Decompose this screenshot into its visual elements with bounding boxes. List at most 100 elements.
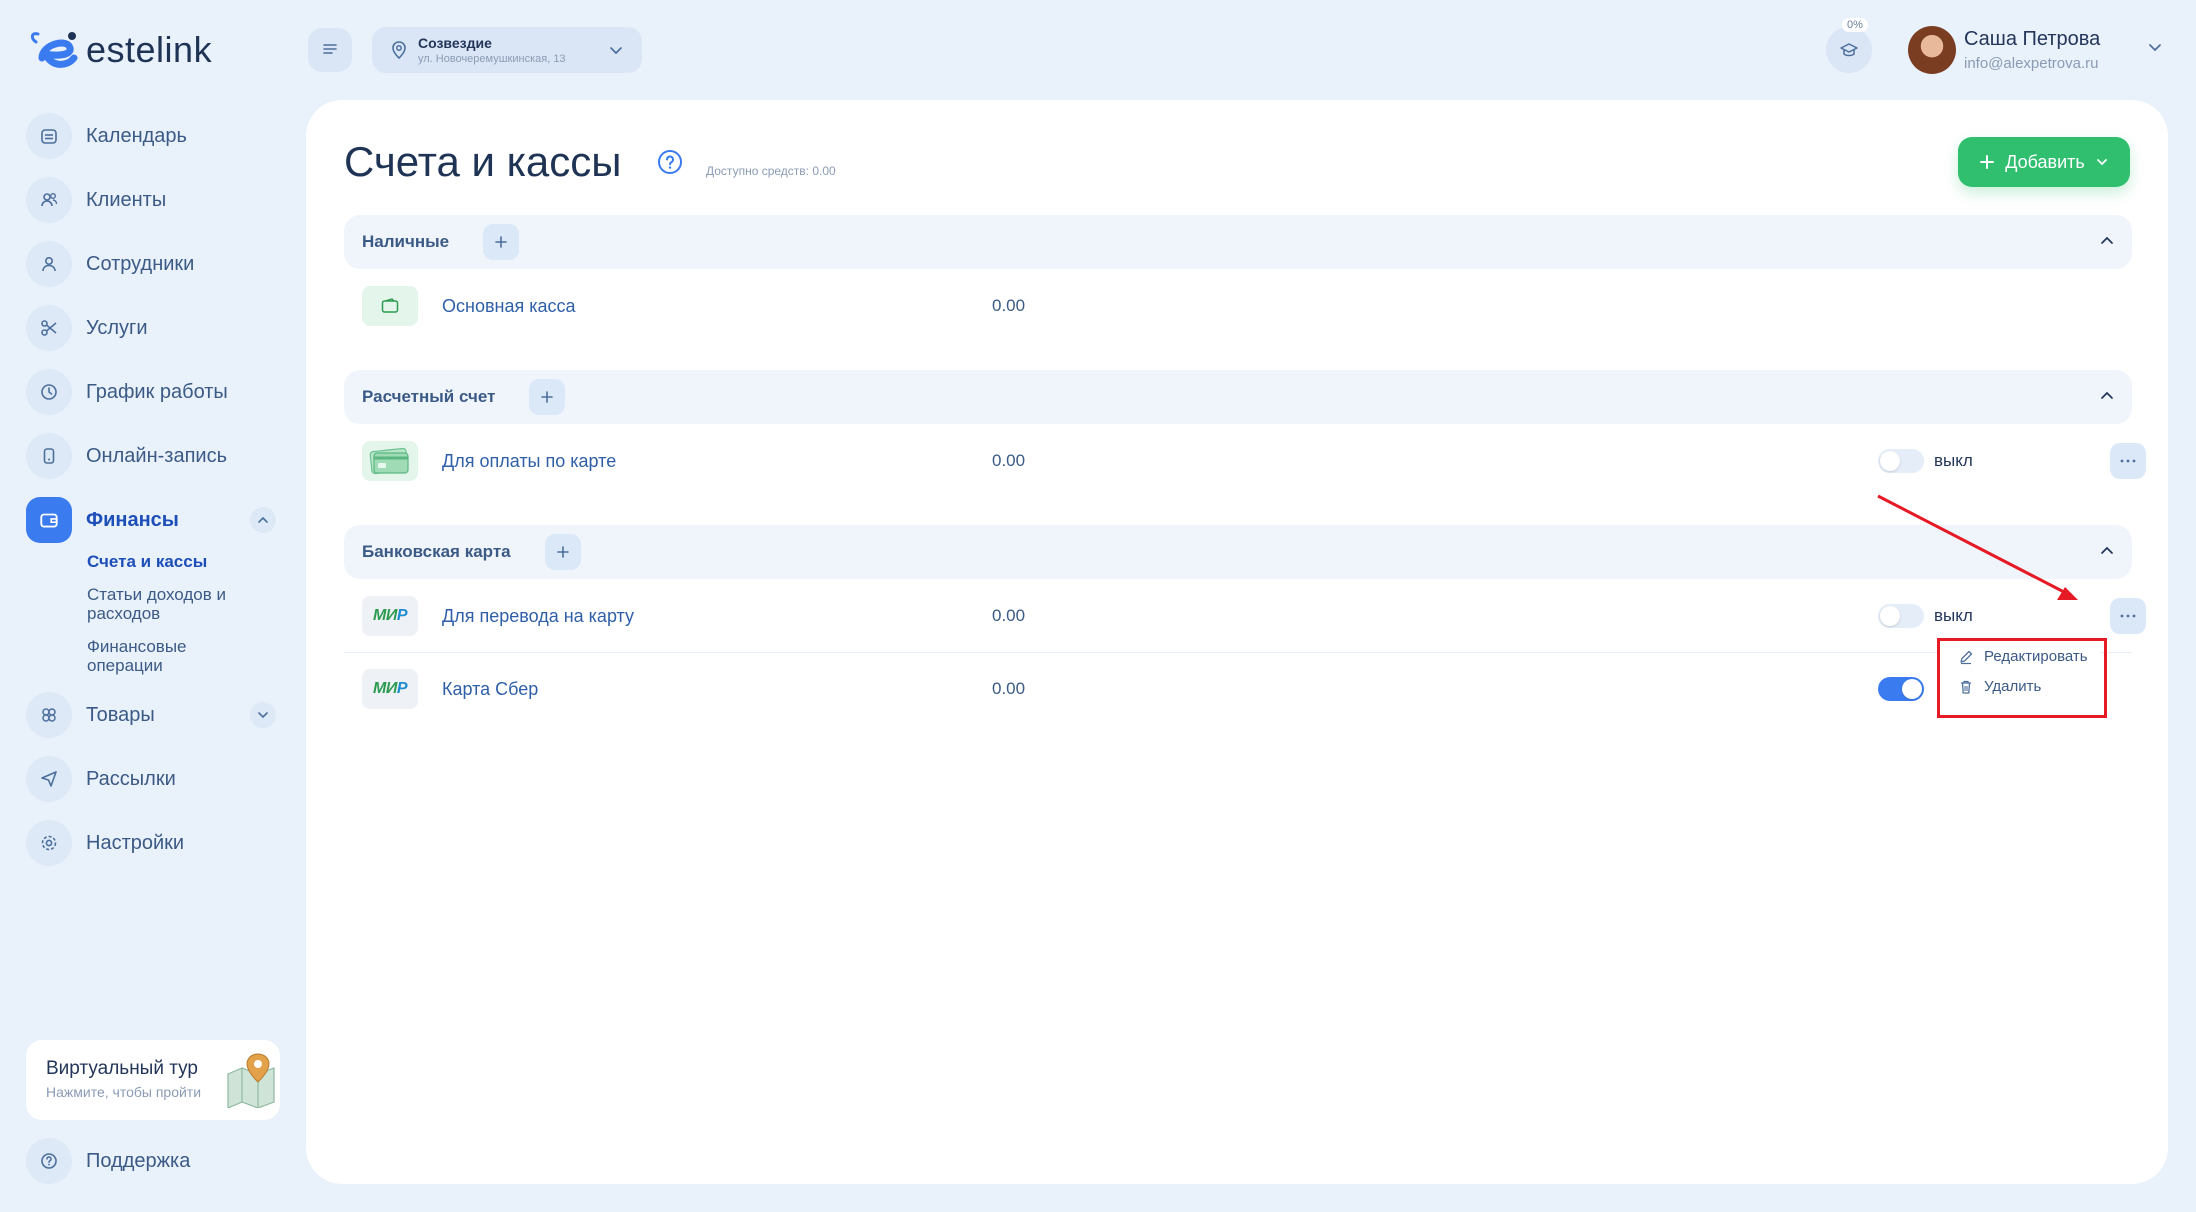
plus-icon [1979, 154, 1995, 170]
onboarding-progress-button[interactable] [1826, 27, 1872, 73]
user-icon [26, 241, 72, 287]
section-header-bank-card: Банковская карта [344, 525, 2132, 579]
calendar-icon [26, 113, 72, 159]
sidebar-item-calendar[interactable]: Календарь [26, 112, 282, 160]
chevron-down-icon [2095, 155, 2109, 169]
account-row[interactable]: Основная касса 0.00 [344, 271, 2132, 341]
main-card: Счета и кассы Доступно средств: 0.00 Доб… [306, 100, 2168, 1184]
mir-logo-text: МИ [372, 607, 397, 624]
account-name: Основная касса [442, 295, 576, 316]
mir-logo-text: Р [396, 607, 408, 624]
logo-text: estelink [86, 29, 213, 70]
more-actions-button[interactable] [2110, 598, 2146, 634]
submenu-income-expense-items[interactable]: Статьи доходов и расходов [87, 585, 247, 623]
send-icon [26, 756, 72, 802]
page-title: Счета и кассы [344, 138, 622, 185]
location-pin-icon [392, 41, 406, 60]
sidebar-item-staff[interactable]: Сотрудники [26, 240, 282, 288]
location-name: Созвездие [418, 35, 492, 51]
graduation-cap-icon [1840, 43, 1858, 57]
section-add-button[interactable] [544, 534, 581, 570]
user-info[interactable]: Саша Петрова info@alexpetrova.ru [1964, 28, 2100, 72]
account-amount: 0.00 [992, 606, 1026, 625]
card-icon [362, 441, 418, 481]
section-add-button[interactable] [529, 379, 566, 415]
sidebar-item-label: График работы [86, 380, 228, 403]
account-active-toggle[interactable] [1878, 449, 1924, 473]
sidebar-item-settings[interactable]: Настройки [26, 819, 282, 867]
menu-toggle-button[interactable] [308, 28, 352, 72]
sidebar-item-label: Настройки [86, 831, 185, 854]
chevron-down-icon[interactable] [2146, 38, 2164, 56]
add-button-label: Добавить [2005, 151, 2085, 172]
support-link[interactable]: Поддержка [26, 1138, 190, 1184]
mir-logo-text: МИ [372, 680, 397, 697]
logo[interactable]: estelink [28, 28, 212, 72]
sidebar-item-label: Онлайн-запись [86, 444, 227, 467]
more-horizontal-icon [2120, 614, 2136, 618]
clock-icon [26, 369, 72, 415]
account-active-toggle[interactable] [1878, 604, 1924, 628]
mir-logo: МИР [362, 669, 418, 709]
sidebar-item-schedule[interactable]: График работы [26, 368, 282, 416]
sidebar-item-label: Товары [86, 703, 155, 726]
sidebar-nav: Календарь Клиенты Сотрудники Услуги Граф… [26, 112, 282, 883]
submenu-financial-operations[interactable]: Финансовые операции [87, 637, 207, 675]
chevron-up-icon[interactable] [2098, 232, 2116, 250]
submenu-accounts[interactable]: Счета и кассы [87, 552, 282, 571]
sidebar-item-label: Клиенты [86, 188, 167, 211]
account-row[interactable]: МИР Для перевода на карту 0.00 выкл [344, 581, 2146, 651]
account-amount: 0.00 [992, 679, 1026, 698]
sidebar-item-booking[interactable]: Онлайн-запись [26, 432, 282, 480]
sidebar-item-goods[interactable]: Товары [26, 691, 282, 739]
account-name: Карта Сбер [442, 678, 539, 699]
row-divider [344, 652, 2132, 653]
toggle-label: выкл [1934, 606, 1973, 625]
account-row[interactable]: Для оплаты по карте 0.00 выкл [344, 426, 2146, 496]
account-row[interactable]: МИР Карта Сбер 0.00 [344, 654, 2132, 724]
account-amount: 0.00 [992, 296, 1026, 315]
plus-icon [556, 546, 569, 558]
account-active-toggle[interactable] [1878, 677, 1924, 701]
scissors-icon [26, 305, 72, 351]
annotation-highlight-box [1937, 638, 2107, 718]
chevron-up-icon[interactable] [2098, 387, 2116, 405]
sidebar-item-clients[interactable]: Клиенты [26, 176, 282, 224]
sidebar-item-services[interactable]: Услуги [26, 304, 282, 352]
map-icon [227, 1053, 275, 1108]
sidebar-item-finance[interactable]: Финансы [26, 496, 282, 544]
avatar[interactable] [1908, 26, 1956, 74]
account-name: Для оплаты по карте [442, 450, 617, 471]
finance-submenu: Счета и кассы Статьи доходов и расходов … [87, 552, 282, 675]
section-header-cash: Наличные [344, 215, 2132, 269]
sidebar-item-label: Финансы [86, 508, 179, 531]
gear-icon [26, 820, 72, 866]
user-name: Саша Петрова [1964, 28, 2101, 50]
chevron-down-icon[interactable] [250, 702, 276, 728]
virtual-tour-card[interactable]: Виртуальный тур Нажмите, чтобы пройти [26, 1040, 280, 1120]
section-add-button[interactable] [483, 224, 520, 260]
section-title: Расчетный счет [362, 387, 496, 406]
location-address: ул. Новочеремушкинская, 13 [418, 53, 566, 65]
sidebar-item-label: Рассылки [86, 767, 176, 790]
phone-icon [26, 433, 72, 479]
sidebar-item-mailing[interactable]: Рассылки [26, 755, 282, 803]
logo-mark-icon [30, 32, 78, 68]
section-title: Банковская карта [362, 542, 511, 561]
chevron-up-icon[interactable] [250, 507, 276, 533]
help-icon[interactable] [656, 148, 684, 176]
section-header-settlement-account: Расчетный счет [344, 370, 2132, 424]
more-actions-button[interactable] [2110, 443, 2146, 479]
add-button[interactable]: Добавить [1958, 137, 2130, 187]
mir-logo: МИР [362, 596, 418, 636]
toggle-label: выкл [1934, 451, 1973, 470]
location-selector[interactable]: Созвездие ул. Новочеремушкинская, 13 [372, 27, 642, 73]
sidebar-item-label: Календарь [86, 124, 187, 147]
user-email: info@alexpetrova.ru [1964, 55, 2099, 72]
account-amount: 0.00 [992, 451, 1026, 470]
progress-badge: 0% [1842, 18, 1868, 32]
chevron-up-icon[interactable] [2098, 542, 2116, 560]
support-label: Поддержка [86, 1149, 191, 1172]
wallet-icon [26, 497, 72, 543]
plus-icon [541, 391, 554, 403]
